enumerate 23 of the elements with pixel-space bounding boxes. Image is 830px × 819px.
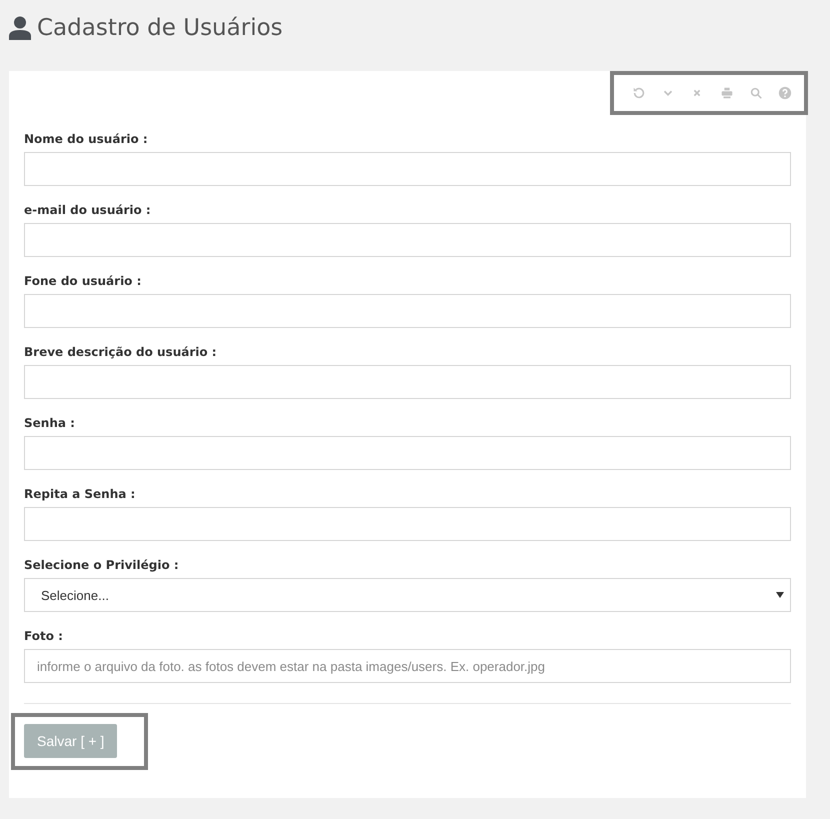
search-icon[interactable] [748, 86, 763, 100]
input-field[interactable] [24, 436, 791, 470]
input-field[interactable] [24, 223, 791, 257]
help-icon[interactable] [778, 86, 792, 100]
field-label: Breve descrição do usuário : [24, 345, 217, 359]
field-label: Foto : [24, 629, 63, 643]
field-label: e-mail do usuário : [24, 203, 151, 217]
printer-icon[interactable] [720, 86, 734, 100]
user-icon [9, 16, 31, 40]
privilege-select[interactable]: Selecione... [24, 578, 791, 612]
page-title: Cadastro de Usuários [37, 15, 283, 41]
field-label: Nome do usuário : [24, 132, 148, 146]
field-label: Selecione o Privilégio : [24, 558, 179, 572]
field-label: Fone do usuário : [24, 274, 142, 288]
input-field[interactable]: informe o arquivo da foto. as fotos devem estar na pasta images/users. Ex. operador.jpg [24, 649, 791, 683]
input-field[interactable] [24, 507, 791, 541]
field-label: Repita a Senha : [24, 487, 136, 501]
caret-icon [776, 592, 784, 598]
input-field[interactable] [24, 152, 791, 186]
input-field[interactable] [24, 294, 791, 328]
field-label: Senha : [24, 416, 75, 430]
refresh-icon[interactable] [632, 86, 646, 100]
input-field[interactable] [24, 365, 791, 399]
